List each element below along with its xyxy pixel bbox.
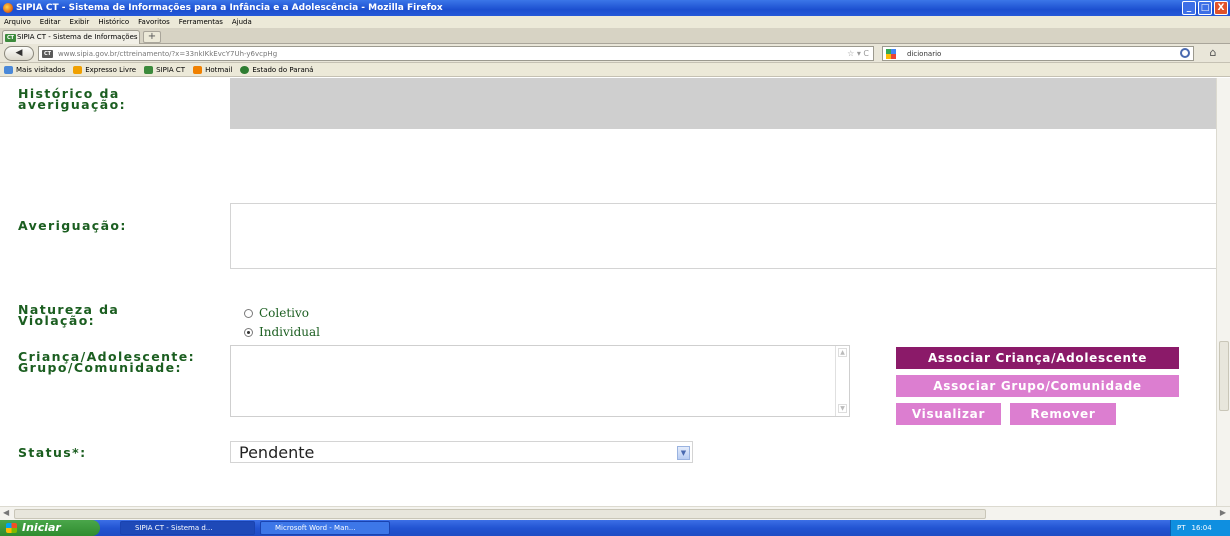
ct-favicon-icon: CT — [5, 34, 16, 42]
site-identity-icon[interactable]: CT — [42, 50, 53, 58]
radio-individual-label: Individual — [259, 325, 321, 339]
browser-window: SIPIA CT - Sistema de Informações para a… — [0, 0, 1230, 536]
scroll-left-icon[interactable]: ◀ — [3, 508, 9, 517]
horizontal-scroll-thumb[interactable] — [14, 509, 986, 519]
start-label: Iniciar — [22, 521, 61, 534]
clock: 16:04 — [1191, 524, 1212, 532]
url-bar[interactable]: CT www.sipia.gov.br/cttreinamento/?x=33n… — [38, 46, 874, 61]
tab-title: SIPIA CT - Sistema de Informações para a… — [17, 33, 139, 41]
language-indicator[interactable]: PT — [1177, 520, 1186, 536]
home-icon[interactable]: ⌂ — [1204, 46, 1222, 61]
remover-button[interactable]: Remover — [1010, 403, 1116, 425]
bookmark-expresso-livre[interactable]: Expresso Livre — [73, 63, 136, 76]
radio-individual[interactable]: Individual — [244, 325, 320, 339]
visualizar-button[interactable]: Visualizar — [896, 403, 1001, 425]
radio-individual-input[interactable] — [244, 327, 253, 337]
search-icon[interactable] — [1180, 48, 1190, 58]
close-button[interactable]: X — [1214, 1, 1228, 15]
url-text: www.sipia.gov.br/cttreinamento/?x=33nkIK… — [58, 50, 278, 58]
averiguacao-textarea[interactable] — [230, 203, 1216, 269]
status-label: Status*: — [18, 445, 87, 460]
menu-editar[interactable]: Editar — [40, 16, 61, 28]
system-tray: PT 16:04 — [1170, 520, 1230, 536]
window-title: SIPIA CT - Sistema de Informações para a… — [16, 3, 443, 13]
expresso-livre-icon — [73, 65, 83, 74]
status-value: Pendente — [239, 443, 315, 462]
navigation-bar: ◀ CT www.sipia.gov.br/cttreinamento/?x=3… — [0, 44, 1230, 63]
tab-sipia[interactable]: CT SIPIA CT - Sistema de Informações par… — [2, 30, 140, 44]
bookmark-mais-visitados[interactable]: Mais visitados — [4, 63, 65, 76]
google-search-engine-icon[interactable] — [886, 49, 896, 59]
taskbar-item-word[interactable]: Microsoft Word - Man... — [260, 521, 390, 535]
radio-coletivo-input[interactable] — [244, 308, 253, 318]
search-input[interactable]: dicionario — [907, 47, 941, 61]
scroll-right-icon[interactable]: ▶ — [1220, 508, 1226, 517]
most-visited-icon — [4, 65, 13, 74]
bookmark-label: Expresso Livre — [85, 65, 137, 74]
scroll-down-icon[interactable]: ▼ — [838, 404, 847, 413]
bookmark-label: SIPIA CT — [156, 65, 186, 74]
bookmark-label: Hotmail — [205, 65, 233, 74]
menu-ajuda[interactable]: Ajuda — [232, 16, 252, 28]
firefox-icon — [3, 3, 13, 13]
bookmark-sipia-ct[interactable]: SIPIA CT — [144, 63, 185, 76]
historico-field — [230, 78, 1216, 129]
associar-crianca-button[interactable]: Associar Criança/Adolescente — [896, 347, 1179, 369]
bookmark-label: Estado do Paraná — [252, 65, 314, 74]
windows-taskbar: Iniciar SIPIA CT - Sistema d... Microsof… — [0, 520, 1230, 536]
bookmarks-toolbar: Mais visitados Expresso Livre SIPIA CT H… — [0, 63, 1230, 77]
back-button[interactable]: ◀ — [4, 46, 34, 61]
list-scrollbar[interactable]: ▲ ▼ — [835, 346, 849, 416]
menu-favoritos[interactable]: Favoritos — [138, 16, 170, 28]
radio-coletivo-label: Coletivo — [259, 306, 310, 320]
page-vertical-scrollbar[interactable] — [1216, 78, 1230, 506]
menu-historico[interactable]: Histórico — [98, 16, 129, 28]
radio-coletivo[interactable]: Coletivo — [244, 306, 309, 320]
start-button[interactable]: Iniciar — [0, 520, 100, 536]
windows-logo-icon — [6, 523, 17, 533]
tab-bar: CT SIPIA CT - Sistema de Informações par… — [0, 28, 1230, 44]
historico-label: Histórico da averiguação: — [18, 86, 127, 112]
taskbar-item-firefox[interactable]: SIPIA CT - Sistema d... — [120, 521, 255, 535]
sipia-ct-icon — [144, 65, 154, 74]
scroll-up-icon[interactable]: ▲ — [838, 348, 847, 357]
crianca-grupo-label: Criança/Adolescente: Grupo/Comunidade: — [18, 349, 196, 375]
menu-arquivo[interactable]: Arquivo — [4, 16, 31, 28]
page-horizontal-scrollbar[interactable]: ◀ ▶ — [0, 506, 1230, 520]
bookmark-estado-parana[interactable]: Estado do Paraná — [240, 63, 313, 76]
status-select[interactable]: Pendente ▼ — [230, 441, 693, 463]
estado-parana-icon — [240, 65, 250, 74]
minimize-button[interactable]: _ — [1182, 1, 1196, 15]
bookmark-hotmail[interactable]: Hotmail — [193, 63, 232, 76]
menu-ferramentas[interactable]: Ferramentas — [179, 16, 223, 28]
maximize-button[interactable]: □ — [1198, 1, 1212, 15]
window-controls: _ □ X — [1182, 1, 1228, 15]
new-tab-button[interactable]: + — [143, 31, 161, 43]
search-box[interactable]: dicionario — [882, 46, 1194, 61]
associar-grupo-button[interactable]: Associar Grupo/Comunidade — [896, 375, 1179, 397]
window-title-bar: SIPIA CT - Sistema de Informações para a… — [0, 0, 1230, 16]
chevron-down-icon[interactable]: ▼ — [677, 446, 690, 460]
menu-exibir[interactable]: Exibir — [70, 16, 90, 28]
vertical-scroll-thumb[interactable] — [1219, 341, 1229, 411]
hotmail-icon — [193, 65, 203, 74]
bookmark-label: Mais visitados — [16, 65, 66, 74]
menu-bar: Arquivo Editar Exibir Histórico Favorito… — [0, 16, 1230, 28]
averiguacao-label: Averiguação: — [18, 218, 127, 233]
page-content: Histórico da averiguação: Averiguação: N… — [0, 78, 1216, 506]
crianca-grupo-list[interactable]: ▲ ▼ — [230, 345, 850, 417]
url-bookmark-reload-icons[interactable]: ☆ ▾ C — [847, 47, 869, 61]
natureza-label: Natureza da Violação: — [18, 302, 120, 328]
